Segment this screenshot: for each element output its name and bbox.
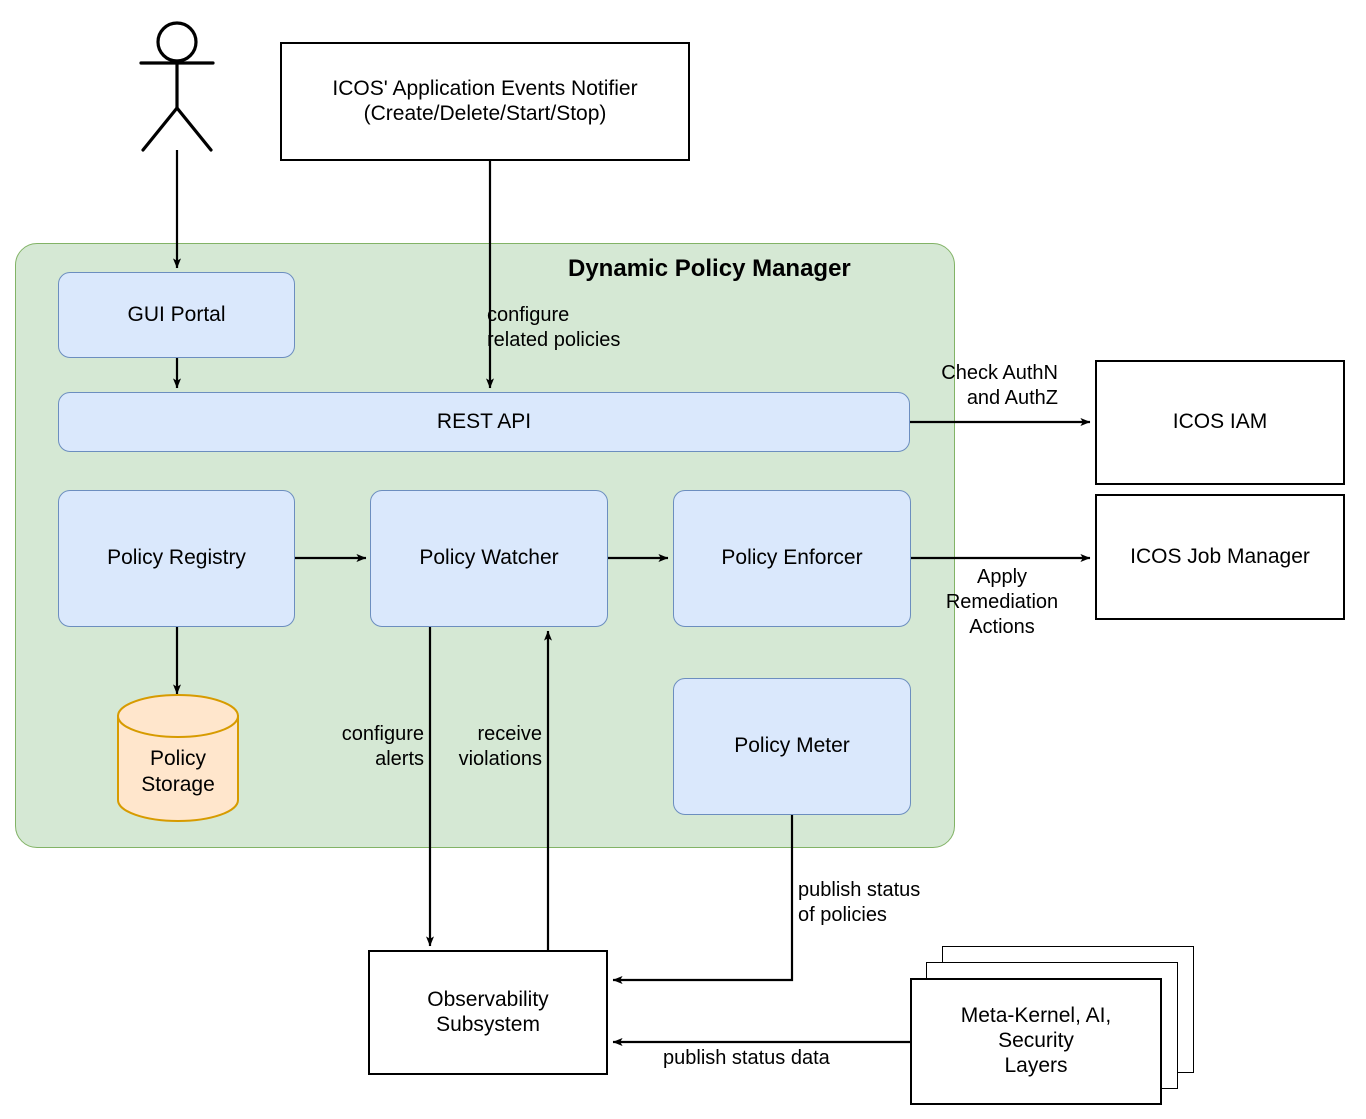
gui-portal-node: GUI Portal [58, 272, 295, 358]
policy-storage-node: Policy Storage [117, 694, 239, 822]
label-receive-violations: receive violations [458, 723, 542, 770]
label-configure-alerts: configure alerts [341, 723, 424, 770]
icos-iam-node: ICOS IAM [1095, 360, 1345, 485]
icos-job-manager-label: ICOS Job Manager [1130, 544, 1310, 568]
architecture-diagram: Dynamic Policy Manager ICOS' Application… [0, 0, 1366, 1119]
policy-enforcer-label: Policy Enforcer [721, 546, 863, 570]
label-publish-status-of-policies: publish status of policies [798, 879, 921, 926]
icos-iam-label: ICOS IAM [1172, 410, 1268, 434]
label-configure-related-policies: configure related policies [487, 304, 621, 351]
meta-kernel-ai-security-layers-node: Meta-Kernel, AI, Security Layers [910, 978, 1162, 1105]
label-apply-remediation-actions: Apply Remediation Actions [945, 566, 1059, 638]
label-publish-status-data: publish status data [663, 1047, 830, 1069]
policy-storage-label: Policy Storage [117, 746, 239, 797]
layers-line-2: Security [998, 1029, 1074, 1053]
observability-line-1: Observability [427, 987, 549, 1011]
layers-line-3: Layers [1004, 1053, 1068, 1077]
label-check-authn-authz: Check AuthN and AuthZ [941, 362, 1058, 409]
policy-storage-line-2: Storage [141, 772, 215, 796]
observability-line-2: Subsystem [436, 1012, 540, 1036]
notifier-line-2: (Create/Delete/Start/Stop) [363, 101, 607, 125]
layers-line-1: Meta-Kernel, AI, [960, 1004, 1112, 1028]
icos-job-manager-node: ICOS Job Manager [1095, 494, 1345, 620]
icos-application-events-notifier: ICOS' Application Events Notifier (Creat… [280, 42, 690, 161]
rest-api-node: REST API [58, 392, 910, 452]
policy-registry-node: Policy Registry [58, 490, 295, 627]
edge-policy-meter-to-observability [612, 815, 794, 984]
policy-watcher-label: Policy Watcher [419, 546, 559, 570]
rest-api-label: REST API [436, 409, 532, 433]
policy-registry-label: Policy Registry [107, 546, 246, 570]
notifier-line-1: ICOS' Application Events Notifier [332, 76, 638, 100]
policy-meter-label: Policy Meter [734, 734, 850, 758]
policy-storage-line-1: Policy [149, 747, 207, 770]
policy-watcher-node: Policy Watcher [370, 490, 608, 627]
observability-subsystem-node: Observability Subsystem [368, 950, 608, 1075]
policy-enforcer-node: Policy Enforcer [673, 490, 911, 627]
policy-meter-node: Policy Meter [673, 678, 911, 815]
gui-portal-label: GUI Portal [127, 302, 226, 326]
user-actor-icon [139, 21, 215, 152]
